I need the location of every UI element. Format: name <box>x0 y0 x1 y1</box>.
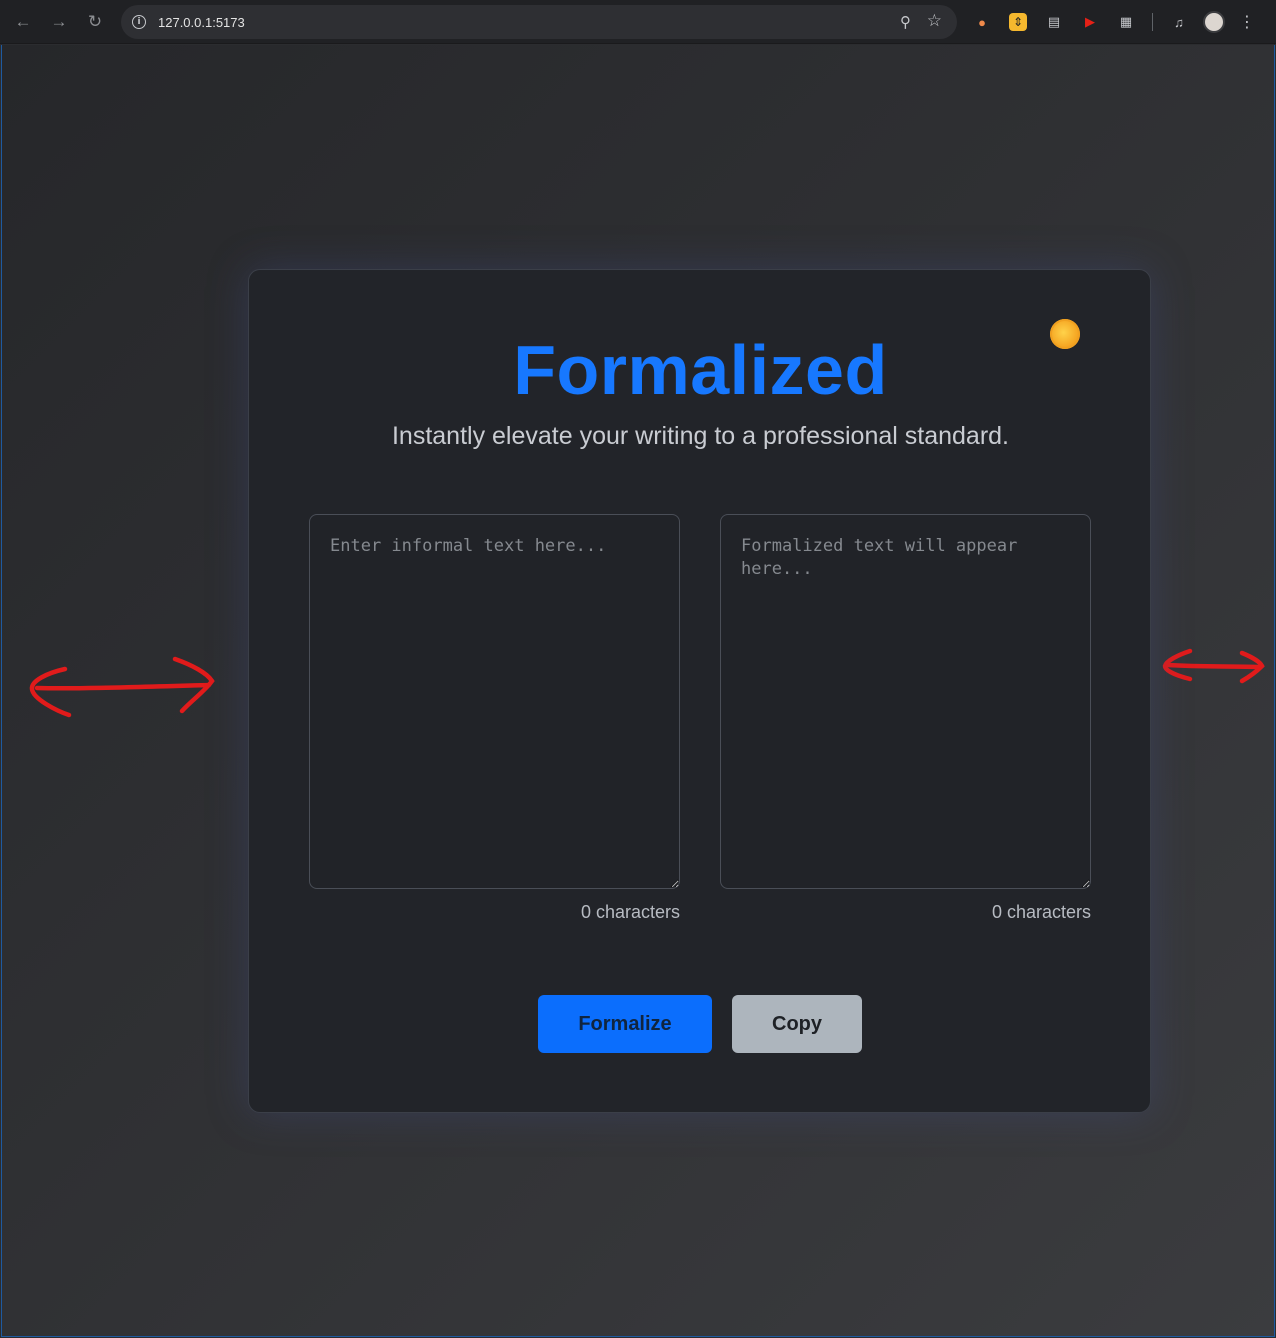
output-character-count: 0 characters <box>991 902 1091 922</box>
site-info-icon[interactable]: i <box>132 15 146 29</box>
formalize-button[interactable]: Formalize <box>538 995 712 1053</box>
formalized-text-output[interactable] <box>720 514 1091 889</box>
extension-reader-icon[interactable]: ▤ <box>1042 10 1066 34</box>
page-viewport: Formalized Instantly elevate your writin… <box>1 45 1275 1337</box>
back-icon[interactable]: ← <box>5 0 41 44</box>
bookmark-star-icon[interactable]: ☆ <box>927 11 942 31</box>
app-title: Formalized <box>513 331 888 409</box>
profile-avatar[interactable] <box>1203 11 1225 33</box>
left-double-arrow-annotation <box>29 656 215 718</box>
browser-toolbar: ← → ↻ i 127.0.0.1:5173 ⚲ ☆ ● ⇕ ▤ ▶ ▦ ♫ ⋮ <box>0 0 1276 44</box>
forward-icon[interactable]: → <box>41 0 77 44</box>
input-character-count: 0 characters <box>580 902 680 922</box>
toolbar-divider <box>1152 13 1153 31</box>
informal-text-input[interactable] <box>309 514 680 889</box>
extensions-puzzle-icon[interactable]: ▦ <box>1114 10 1138 34</box>
extensions-area: ● ⇕ ▤ ▶ ▦ ♫ ⋮ <box>970 0 1255 44</box>
zoom-icon[interactable]: ⚲ <box>900 13 911 31</box>
media-control-icon[interactable]: ♫ <box>1167 10 1191 34</box>
extension-youtube-icon[interactable]: ▶ <box>1078 10 1102 34</box>
address-bar[interactable]: i 127.0.0.1:5173 ⚲ ☆ <box>121 5 957 39</box>
formalizer-card: Formalized Instantly elevate your writin… <box>248 269 1151 1113</box>
browser-menu-icon[interactable]: ⋮ <box>1239 12 1255 32</box>
extension-capsule-icon[interactable]: ● <box>970 10 994 34</box>
extension-yellow-icon[interactable]: ⇕ <box>1009 13 1027 31</box>
url-text: 127.0.0.1:5173 <box>158 14 245 30</box>
reload-icon[interactable]: ↻ <box>77 0 113 44</box>
app-subtitle: Instantly elevate your writing to a prof… <box>391 422 1009 450</box>
right-double-arrow-annotation <box>1162 648 1265 684</box>
copy-button[interactable]: Copy <box>732 995 862 1053</box>
